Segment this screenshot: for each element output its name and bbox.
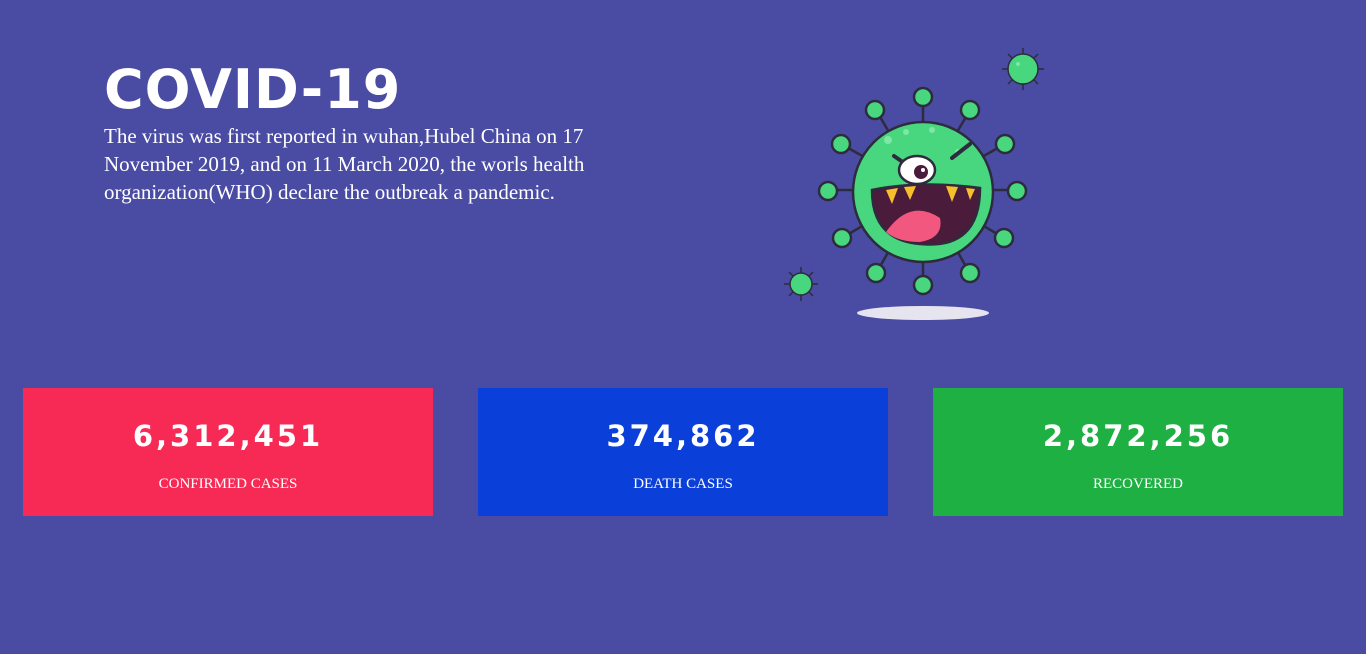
hero-section: COVID-19 The virus was first reported in… [104, 58, 684, 206]
small-virus-top [1002, 48, 1044, 90]
virus-shadow [857, 306, 989, 320]
recovered-card: 2,872,256 RECOVERED [933, 388, 1343, 516]
virus-icon [784, 48, 1044, 320]
death-cases-value: 374,862 [606, 419, 760, 453]
death-cases-label: DEATH CASES [633, 476, 733, 492]
stats-row: 6,312,451 CONFIRMED CASES 374,862 DEATH … [23, 388, 1343, 516]
small-virus-bottom [784, 267, 818, 301]
page-title: COVID-19 [104, 58, 402, 121]
virus-illustration [780, 40, 1060, 330]
confirmed-cases-value: 6,312,451 [132, 419, 324, 453]
recovered-label: RECOVERED [1093, 476, 1183, 492]
confirmed-cases-label: CONFIRMED CASES [158, 476, 298, 492]
confirmed-cases-card: 6,312,451 CONFIRMED CASES [23, 388, 433, 516]
hero-description: The virus was first reported in wuhan,Hu… [104, 124, 585, 204]
death-cases-card: 374,862 DEATH CASES [478, 388, 888, 516]
recovered-value: 2,872,256 [1042, 419, 1234, 453]
